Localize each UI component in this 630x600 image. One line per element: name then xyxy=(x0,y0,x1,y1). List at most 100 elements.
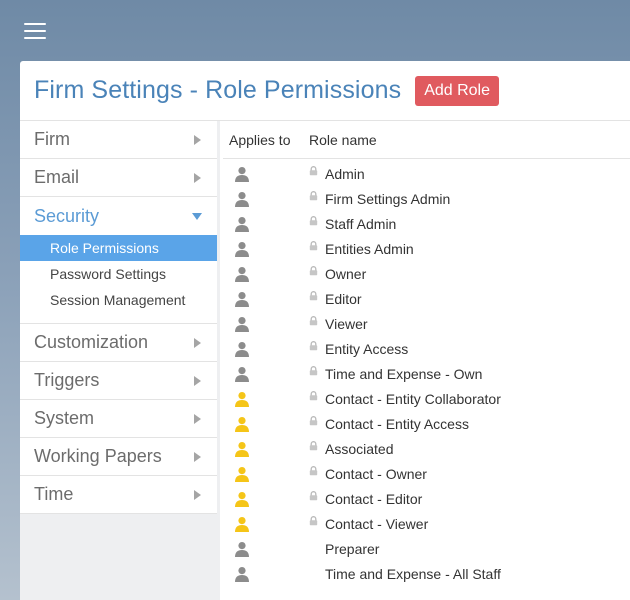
roles-table: Applies to Role name Admin Firm Settings … xyxy=(223,121,630,600)
column-header-applies-to[interactable]: Applies to xyxy=(223,132,309,148)
lock-placeholder xyxy=(309,566,325,582)
settings-panel: Firm Settings - Role Permissions Add Rol… xyxy=(20,61,630,600)
lock-icon xyxy=(309,465,325,482)
caret-right-icon xyxy=(194,413,201,424)
lock-icon xyxy=(309,190,325,207)
role-name[interactable]: Editor xyxy=(325,291,362,307)
table-row[interactable]: Associated xyxy=(223,436,630,461)
contact-person-icon xyxy=(223,516,309,532)
sidebar-list: Firm Email Security Role Permissions Passwor… xyxy=(20,121,217,514)
lock-icon xyxy=(309,365,325,382)
sidebar-item-system[interactable]: System xyxy=(20,400,217,438)
column-header-role-name[interactable]: Role name xyxy=(309,132,377,148)
lock-icon xyxy=(309,265,325,282)
sidebar-item-firm[interactable]: Firm xyxy=(20,121,217,159)
lock-icon xyxy=(309,240,325,257)
sidebar-item-security[interactable]: Security xyxy=(20,197,217,235)
role-name[interactable]: Contact - Viewer xyxy=(325,516,428,532)
sidebar-subitem-role-permissions[interactable]: Role Permissions xyxy=(20,235,217,261)
staff-person-icon xyxy=(223,341,309,357)
table-row[interactable]: Entities Admin xyxy=(223,236,630,261)
table-row[interactable]: Time and Expense - Own xyxy=(223,361,630,386)
sidebar-item-working-papers[interactable]: Working Papers xyxy=(20,438,217,476)
role-name[interactable]: Staff Admin xyxy=(325,216,396,232)
role-name[interactable]: Time and Expense - All Staff xyxy=(325,566,501,582)
table-row[interactable]: Contact - Viewer xyxy=(223,511,630,536)
page-title: Firm Settings - Role Permissions xyxy=(34,76,402,104)
table-row[interactable]: Staff Admin xyxy=(223,211,630,236)
staff-person-icon xyxy=(223,316,309,332)
lock-icon xyxy=(309,315,325,332)
role-name[interactable]: Associated xyxy=(325,441,393,457)
role-name[interactable]: Owner xyxy=(325,266,366,282)
lock-icon xyxy=(309,290,325,307)
lock-icon xyxy=(309,415,325,432)
sidebar-item-customization[interactable]: Customization xyxy=(20,324,217,362)
role-name[interactable]: Time and Expense - Own xyxy=(325,366,482,382)
table-row[interactable]: Contact - Entity Access xyxy=(223,411,630,436)
table-row[interactable]: Contact - Entity Collaborator xyxy=(223,386,630,411)
lock-placeholder xyxy=(309,541,325,557)
table-row[interactable]: Editor xyxy=(223,286,630,311)
sidebar-subitem-password-settings[interactable]: Password Settings xyxy=(20,261,217,287)
staff-person-icon xyxy=(223,241,309,257)
contact-person-icon xyxy=(223,441,309,457)
role-name[interactable]: Entity Access xyxy=(325,341,408,357)
table-row[interactable]: Viewer xyxy=(223,311,630,336)
lock-icon xyxy=(309,515,325,532)
contact-person-icon xyxy=(223,466,309,482)
staff-person-icon xyxy=(223,166,309,182)
table-row[interactable]: Time and Expense - All Staff xyxy=(223,561,630,586)
table-header: Applies to Role name xyxy=(223,121,630,159)
table-row[interactable]: Contact - Owner xyxy=(223,461,630,486)
contact-person-icon xyxy=(223,391,309,407)
lock-icon xyxy=(309,340,325,357)
role-name[interactable]: Preparer xyxy=(325,541,379,557)
role-name[interactable]: Entities Admin xyxy=(325,241,414,257)
sidebar-item-label: Time xyxy=(34,484,74,504)
caret-right-icon xyxy=(194,172,201,183)
lock-icon xyxy=(309,215,325,232)
role-name[interactable]: Viewer xyxy=(325,316,368,332)
sidebar-item-triggers[interactable]: Triggers xyxy=(20,362,217,400)
sidebar-item-email[interactable]: Email xyxy=(20,159,217,197)
staff-person-icon xyxy=(223,566,309,582)
lock-icon xyxy=(309,490,325,507)
staff-person-icon xyxy=(223,291,309,307)
role-name[interactable]: Contact - Entity Collaborator xyxy=(325,391,501,407)
sidebar-subitem-session-management[interactable]: Session Management xyxy=(20,287,217,313)
table-row[interactable]: Contact - Editor xyxy=(223,486,630,511)
sidebar-item-label: Security xyxy=(34,205,100,226)
sidebar-item-label: Working Papers xyxy=(34,446,162,466)
table-row[interactable]: Preparer xyxy=(223,536,630,561)
sidebar-item-time[interactable]: Time xyxy=(20,476,217,514)
role-name[interactable]: Firm Settings Admin xyxy=(325,191,450,207)
staff-person-icon xyxy=(223,216,309,232)
table-row[interactable]: Entity Access xyxy=(223,336,630,361)
contact-person-icon xyxy=(223,416,309,432)
role-name[interactable]: Contact - Owner xyxy=(325,466,427,482)
hamburger-bar xyxy=(24,37,46,39)
caret-right-icon xyxy=(194,134,201,145)
role-name[interactable]: Contact - Entity Access xyxy=(325,416,469,432)
role-name[interactable]: Contact - Editor xyxy=(325,491,422,507)
lock-icon xyxy=(309,390,325,407)
hamburger-bar xyxy=(24,30,46,32)
caret-right-icon xyxy=(194,451,201,462)
table-row[interactable]: Owner xyxy=(223,261,630,286)
table-row[interactable]: Admin xyxy=(223,161,630,186)
role-name[interactable]: Admin xyxy=(325,166,365,182)
add-role-button[interactable]: Add Role xyxy=(415,75,500,106)
caret-right-icon xyxy=(194,375,201,386)
sidebar-subitems: Role Permissions Password Settings Session… xyxy=(20,235,217,324)
sidebar-item-label: Email xyxy=(34,167,80,187)
staff-person-icon xyxy=(223,266,309,282)
staff-person-icon xyxy=(223,191,309,207)
settings-sidebar: Firm Email Security Role Permissions Passwor… xyxy=(20,121,220,600)
hamburger-menu-icon[interactable] xyxy=(24,23,46,39)
lock-icon xyxy=(309,165,325,182)
lock-icon xyxy=(309,440,325,457)
sidebar-item-label: Triggers xyxy=(34,370,100,390)
page-header: Firm Settings - Role Permissions Add Rol… xyxy=(20,61,630,121)
table-row[interactable]: Firm Settings Admin xyxy=(223,186,630,211)
